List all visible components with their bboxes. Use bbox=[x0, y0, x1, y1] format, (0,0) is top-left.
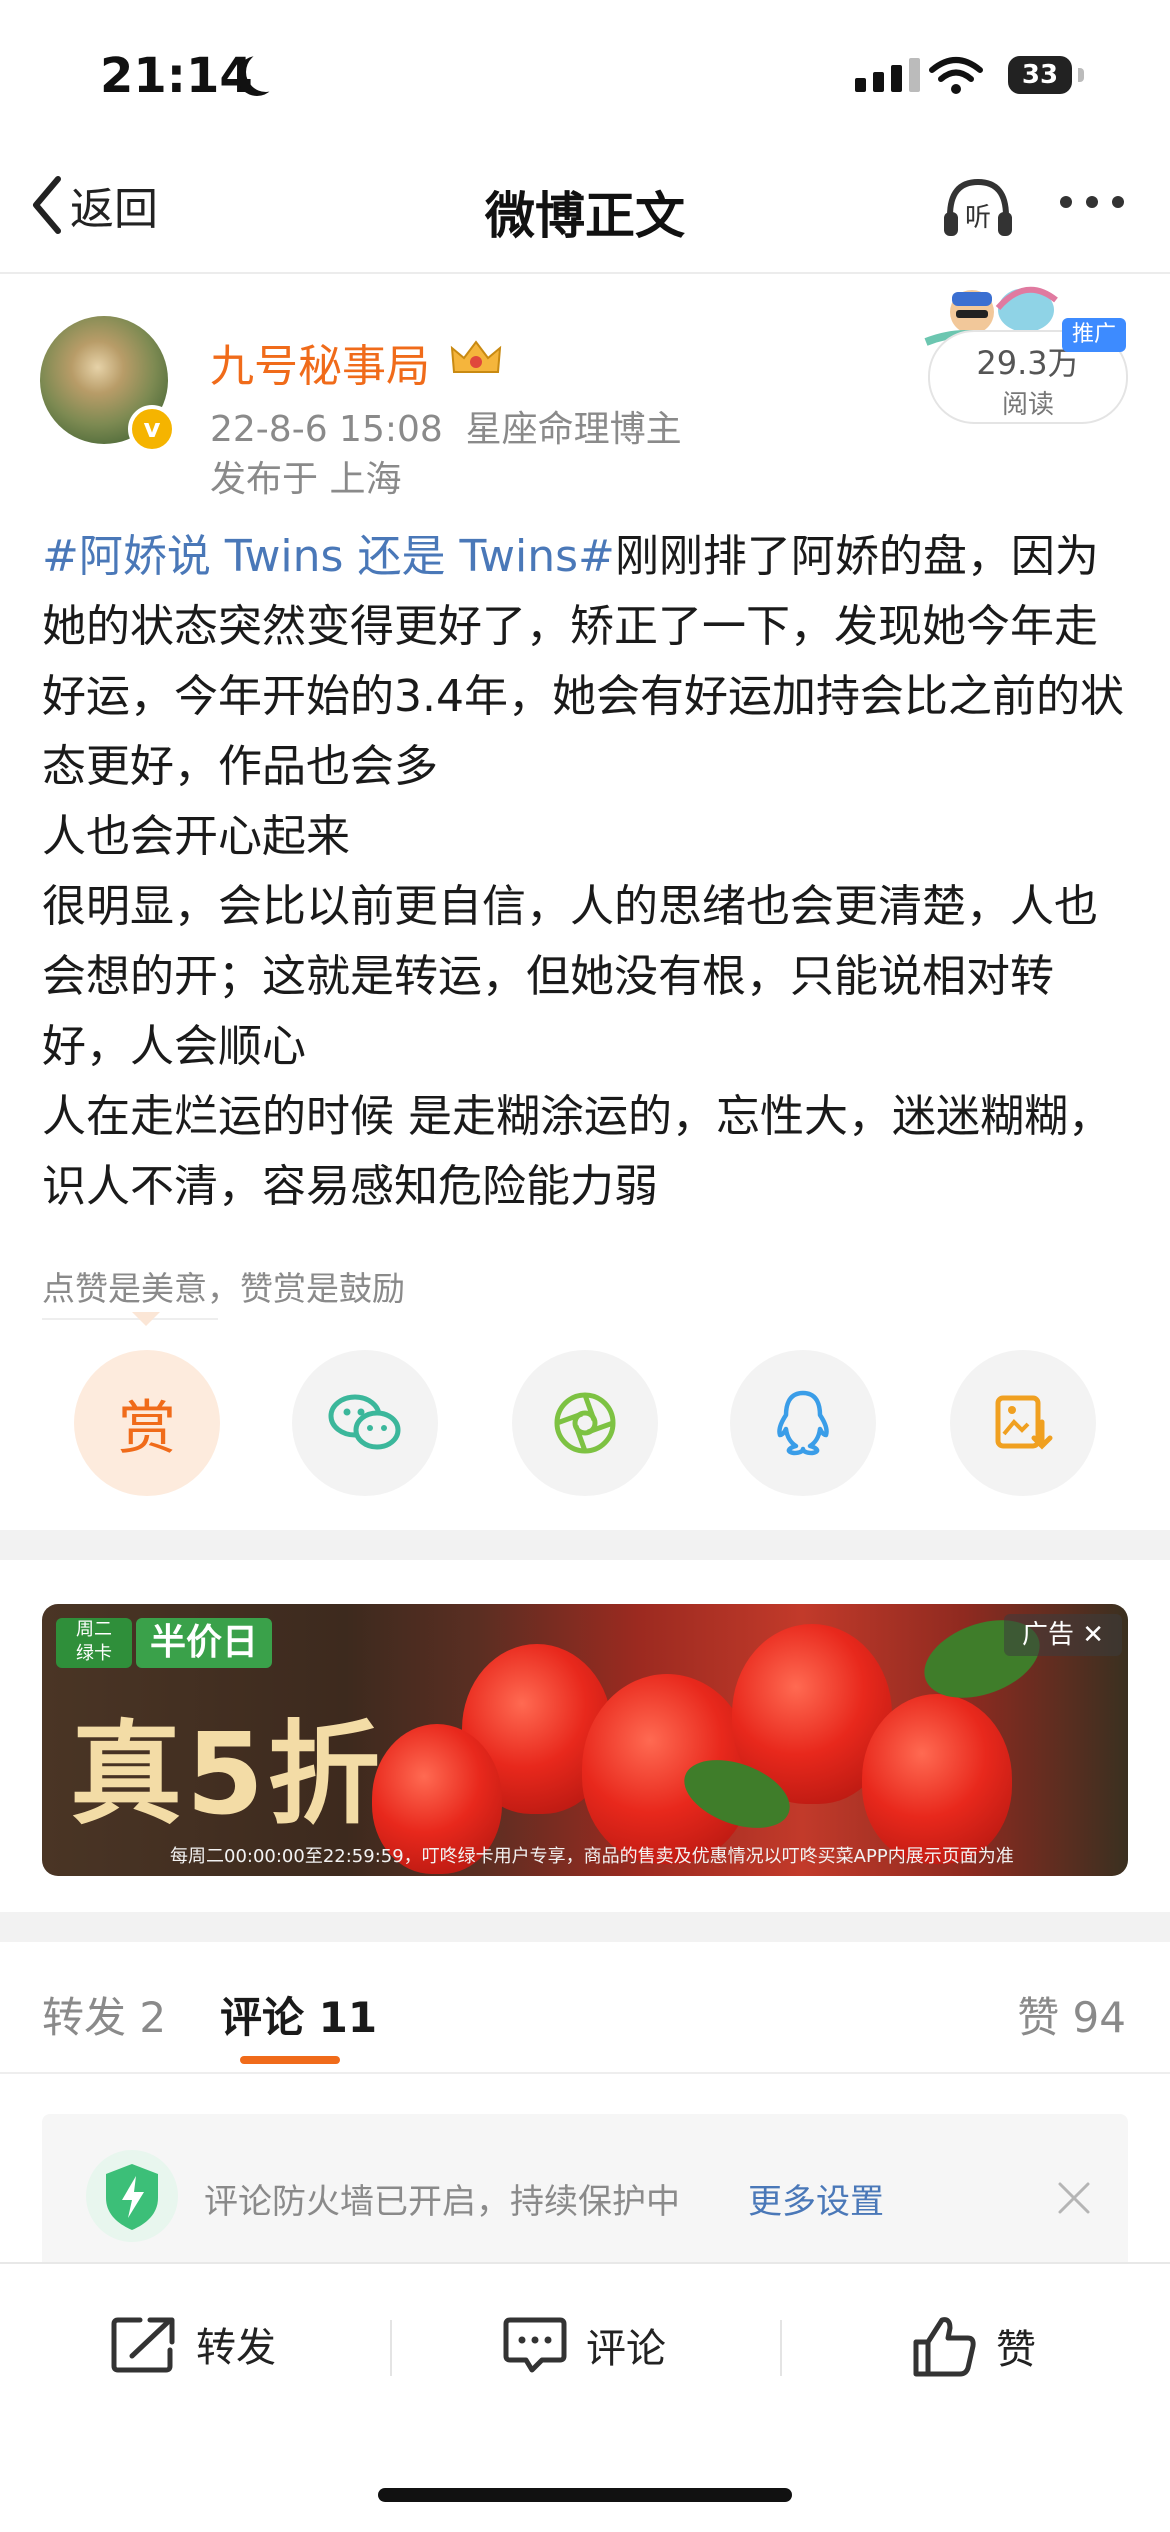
author-name[interactable]: 九号秘事局 bbox=[210, 330, 430, 394]
firewall-text: 评论防火墙已开启，持续保护中 bbox=[204, 2182, 680, 2222]
bar-separator bbox=[780, 2320, 782, 2376]
save-image-button[interactable] bbox=[950, 1350, 1096, 1496]
more-options-button[interactable] bbox=[1060, 196, 1124, 208]
tab-reposts[interactable]: 转发 2 bbox=[42, 1984, 166, 2045]
topic-link[interactable]: #阿娇说 Twins 还是 Twins# bbox=[42, 531, 615, 582]
ad-banner[interactable]: 周二 绿卡 半价日 真5折 每周二00:00:00至22:59:59，叮咚绿卡用… bbox=[42, 1604, 1128, 1876]
post-meta: 22-8-6 15:08 星座命理博主 bbox=[210, 409, 682, 450]
verified-badge-icon: v bbox=[128, 405, 176, 453]
comment-label: 评论 bbox=[586, 2326, 666, 2372]
qq-penguin-icon bbox=[777, 1390, 829, 1456]
share-wechat-button[interactable] bbox=[292, 1350, 438, 1496]
wifi-icon bbox=[929, 57, 983, 94]
moon-icon bbox=[246, 52, 286, 92]
reward-label: 赏 bbox=[117, 1394, 176, 1462]
repost-icon bbox=[111, 2317, 175, 2373]
ad-headline: 真5折 bbox=[70, 1710, 384, 1840]
close-icon[interactable] bbox=[1056, 2180, 1092, 2216]
post-location: 发布于 上海 bbox=[210, 459, 402, 500]
section-separator bbox=[0, 1912, 1170, 1942]
cellular-signal-icon bbox=[855, 58, 920, 92]
share-qq-button[interactable] bbox=[730, 1350, 876, 1496]
ad-close-button[interactable]: 广告 ✕ bbox=[1004, 1614, 1122, 1656]
post-paragraph: 很明显，会比以前更自信，人的思绪也会更清楚，人也会想的开；这就是转运，但她没有根… bbox=[42, 881, 1098, 1072]
crown-icon bbox=[450, 340, 502, 373]
moments-aperture-icon bbox=[554, 1392, 616, 1454]
comment-button[interactable]: 评论 bbox=[502, 2314, 666, 2376]
share-moments-button[interactable] bbox=[512, 1350, 658, 1496]
ad-fine-print: 每周二00:00:00至22:59:59，叮咚绿卡用户专享，商品的售卖及优惠情况… bbox=[170, 1846, 1014, 1867]
active-tab-indicator bbox=[240, 2056, 340, 2064]
save-image-icon bbox=[995, 1395, 1053, 1450]
battery-tip bbox=[1078, 68, 1084, 82]
repost-button[interactable]: 转发 bbox=[110, 2314, 276, 2374]
read-count-label: 阅读 bbox=[1001, 390, 1054, 420]
post-paragraph: 人也会开心起来 bbox=[42, 811, 350, 862]
section-separator bbox=[0, 1530, 1170, 1560]
battery-icon: 33 bbox=[1008, 56, 1072, 94]
status-time: 21:14 bbox=[100, 48, 253, 104]
bar-separator bbox=[390, 2320, 392, 2376]
like-button[interactable]: 赞 bbox=[912, 2314, 1036, 2378]
tab-divider bbox=[0, 2072, 1170, 2074]
strawberry-graphic bbox=[862, 1694, 1012, 1864]
tab-likes[interactable]: 赞 94 bbox=[1017, 1984, 1126, 2045]
home-indicator bbox=[378, 2488, 792, 2502]
headphones-listen-icon[interactable]: 听 bbox=[940, 172, 1016, 248]
comment-firewall-notice: 评论防火墙已开启，持续保护中 更多设置 bbox=[42, 2114, 1128, 2278]
post-paragraph: 人在走烂运的时候 是走糊涂运的，忘性大，迷迷糊糊，识人不清，容易感知危险能力弱 bbox=[42, 1091, 1112, 1212]
hint-divider bbox=[42, 1318, 218, 1320]
listen-label: 听 bbox=[965, 203, 991, 233]
comment-bubble-icon bbox=[503, 2317, 567, 2373]
tab-comments[interactable]: 评论 11 bbox=[220, 1984, 377, 2045]
like-label: 赞 bbox=[996, 2327, 1036, 2373]
more-settings-link[interactable]: 更多设置 bbox=[748, 2174, 884, 2223]
repost-label: 转发 bbox=[196, 2325, 276, 2371]
promoted-badge: 推广 bbox=[1062, 318, 1126, 352]
shield-bolt-icon bbox=[86, 2150, 178, 2242]
reward-hint: 点赞是美意，赞赏是鼓励 bbox=[42, 1269, 405, 1308]
ad-tag-green-card: 周二 绿卡 bbox=[56, 1618, 132, 1668]
reward-button[interactable]: 赏 bbox=[74, 1350, 220, 1496]
ad-tag-half-price: 半价日 bbox=[136, 1618, 273, 1668]
post-body: #阿娇说 Twins 还是 Twins#刚刚排了阿娇的盘，因为她的状态突然变得更… bbox=[42, 522, 1132, 1222]
thumbs-up-icon bbox=[913, 2317, 976, 2377]
hint-caret bbox=[132, 1312, 160, 1326]
wechat-icon bbox=[328, 1394, 401, 1450]
